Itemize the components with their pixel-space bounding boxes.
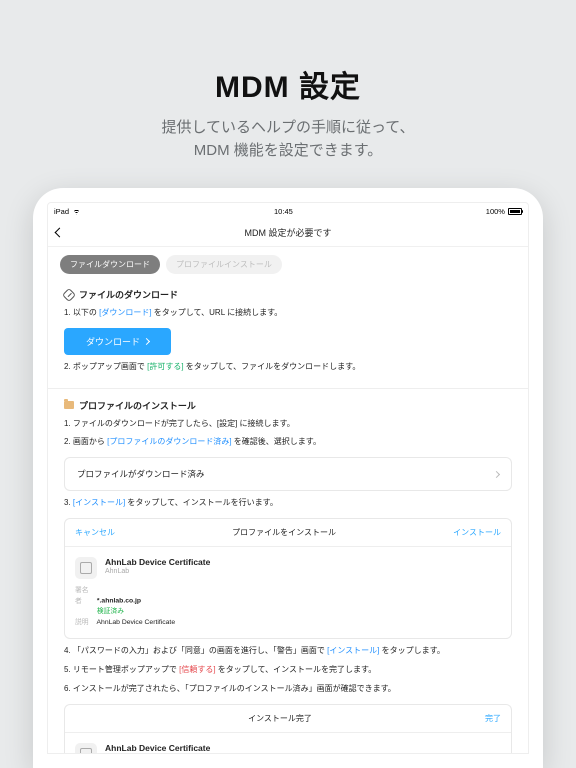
install-complete-card: インストール完了 完了 AhnLab Device Certificate Ah… xyxy=(64,704,512,754)
certificate-name: AhnLab Device Certificate xyxy=(105,743,210,753)
divider xyxy=(48,388,528,389)
certificate-meta: 署名者 *.ahnlab.co.jp 検証済み 説明 AhnLab Device… xyxy=(75,586,501,628)
chevron-right-icon xyxy=(493,471,500,478)
content-area: ファイルのダウンロード 1. 以下の [ダウンロード] をタップして、URL に… xyxy=(48,282,528,753)
complete-dialog-title: インストール完了 xyxy=(248,713,312,724)
install-profile-card: キャンセル プロファイルをインストール インストール AhnLab Device… xyxy=(64,518,512,639)
install-step-3: 3. [インストール] をタップして、インストールを行います。 xyxy=(64,497,512,510)
certificate-icon xyxy=(75,743,97,754)
battery-icon xyxy=(508,208,522,215)
tab-file-download[interactable]: ファイルダウンロード xyxy=(60,255,160,274)
install-step-6: 6. インストールが完了されたら、「プロファイルのインストール済み」画面が確認で… xyxy=(64,683,512,696)
back-button[interactable] xyxy=(54,228,64,238)
certificate-issuer: AhnLab xyxy=(105,568,210,575)
ipad-screen: iPad 10:45 100% MDM 設定が必要です ファイルダウンロード プ… xyxy=(47,202,529,754)
wifi-icon xyxy=(72,208,81,215)
certificate-name: AhnLab Device Certificate xyxy=(105,557,210,567)
page-subtitle: 提供しているヘルプの手順に従って、 MDM 機能を設定できます。 xyxy=(0,116,576,163)
download-step-1: 1. 以下の [ダウンロード] をタップして、URL に接続します。 xyxy=(64,307,512,320)
install-step-5: 5. リモート管理ポップアップで [信頼する] をタップして、インストールを完了… xyxy=(64,664,512,677)
install-step-4: 4. 「パスワードの入力」および「同意」の画面を進行し、「警告」画面で [インス… xyxy=(64,645,512,658)
install-step-2: 2. 画面から [プロファイルのダウンロード済み] を確認後、選択します。 xyxy=(64,436,512,449)
chevron-right-icon xyxy=(143,338,150,345)
install-button[interactable]: インストール xyxy=(453,527,501,538)
section-download-heading: ファイルのダウンロード xyxy=(64,288,512,301)
cancel-button[interactable]: キャンセル xyxy=(75,527,115,538)
folder-icon xyxy=(64,401,74,409)
download-button[interactable]: ダウンロード xyxy=(64,328,171,355)
clock: 10:45 xyxy=(274,207,293,216)
nav-bar: MDM 設定が必要です xyxy=(48,219,528,247)
battery-percent: 100% xyxy=(486,207,505,216)
profile-downloaded-label: プロファイルがダウンロード済み xyxy=(77,468,205,480)
nav-title: MDM 設定が必要です xyxy=(245,226,332,239)
device-label: iPad xyxy=(54,207,69,216)
page-title: MDM 設定 xyxy=(0,62,576,106)
tab-profile-install[interactable]: プロファイルインストール xyxy=(166,255,282,274)
certificate-icon xyxy=(75,557,97,579)
download-step-2: 2. ポップアップ画面で [許可する] をタップして、ファイルをダウンロードしま… xyxy=(64,361,512,374)
profile-downloaded-row[interactable]: プロファイルがダウンロード済み xyxy=(64,457,512,491)
install-step-1: 1. ファイルのダウンロードが完了したら、[設定] に接続します。 xyxy=(64,418,512,431)
ipad-frame: iPad 10:45 100% MDM 設定が必要です ファイルダウンロード プ… xyxy=(33,188,543,768)
status-bar: iPad 10:45 100% xyxy=(48,203,528,219)
hero: MDM 設定 提供しているヘルプの手順に従って、 MDM 機能を設定できます。 xyxy=(0,0,576,193)
segment-control: ファイルダウンロード プロファイルインストール xyxy=(48,247,528,282)
link-icon xyxy=(62,287,76,301)
section-install-heading: プロファイルのインストール xyxy=(64,399,512,412)
install-dialog-title: プロファイルをインストール xyxy=(232,527,336,538)
done-button[interactable]: 完了 xyxy=(485,713,501,724)
